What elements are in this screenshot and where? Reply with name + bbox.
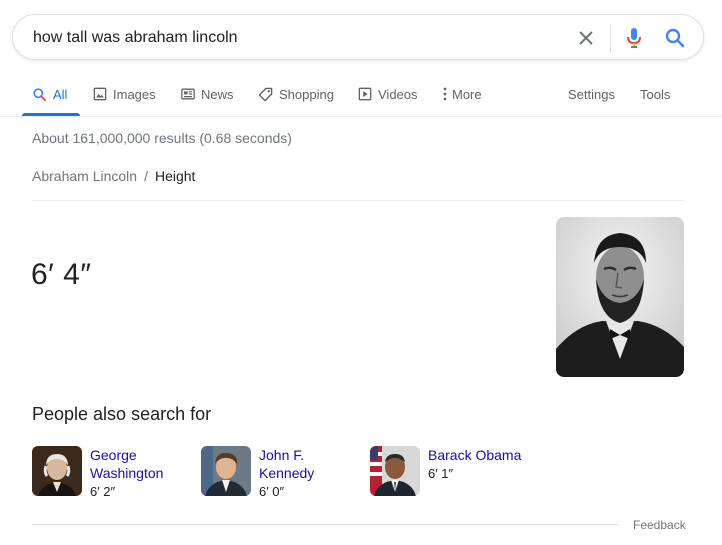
close-icon xyxy=(579,31,593,45)
search-input[interactable] xyxy=(33,27,553,49)
tab-label: All xyxy=(53,86,68,102)
tabs-divider xyxy=(0,116,722,117)
related-person-name: Kennedy xyxy=(259,465,315,481)
tools-label: Tools xyxy=(640,86,671,102)
breadcrumb-attribute: Height xyxy=(154,168,196,184)
search-submit-button[interactable] xyxy=(663,26,687,50)
answer-value: 6′ 4″ xyxy=(31,258,92,291)
section-divider xyxy=(32,200,684,201)
related-person-name: Washington xyxy=(90,465,164,481)
people-also-search-title: People also search for xyxy=(32,404,212,424)
obama-thumbnail-image xyxy=(370,446,420,496)
tab-label: News xyxy=(201,86,234,102)
tab-label: Shopping xyxy=(279,86,334,102)
footer-divider xyxy=(32,524,618,525)
kennedy-thumbnail-image xyxy=(201,446,251,496)
newspaper-icon xyxy=(181,88,195,100)
tab-label: Videos xyxy=(378,86,418,102)
breadcrumb: Abraham Lincoln / Height xyxy=(32,168,195,184)
washington-thumbnail-image xyxy=(32,446,82,496)
related-person-kennedy[interactable]: John F. Kennedy 6′ 0″ xyxy=(201,446,361,502)
related-person-height: 6′ 0″ xyxy=(259,484,285,499)
more-vertical-icon xyxy=(443,87,447,101)
tab-label: Images xyxy=(113,86,156,102)
search-tabs: All Images News Shopping Videos More Set… xyxy=(0,72,722,116)
lincoln-portrait-image[interactable] xyxy=(556,217,684,377)
related-person-name: George xyxy=(90,447,137,463)
voice-search-button[interactable] xyxy=(622,26,646,50)
breadcrumb-entity-link[interactable]: Abraham Lincoln xyxy=(32,168,137,184)
related-person-height: 6′ 2″ xyxy=(90,484,116,499)
kennedy-portrait-illustration xyxy=(201,446,251,496)
search-icon xyxy=(665,28,685,48)
washington-portrait-illustration xyxy=(32,446,82,496)
search-box xyxy=(12,14,704,60)
play-icon xyxy=(358,87,372,101)
result-stats: About 161,000,000 results (0.68 seconds) xyxy=(32,130,292,146)
tab-shopping[interactable]: Shopping xyxy=(258,72,334,116)
microphone-icon xyxy=(627,28,641,48)
image-icon xyxy=(93,87,107,101)
related-person-obama[interactable]: Barack Obama 6′ 1″ xyxy=(370,446,530,502)
related-person-height: 6′ 1″ xyxy=(428,466,454,481)
settings-link[interactable]: Settings xyxy=(568,72,615,116)
breadcrumb-separator: / xyxy=(144,168,148,184)
obama-portrait-illustration xyxy=(370,446,420,496)
feedback-link[interactable]: Feedback xyxy=(633,518,686,532)
tab-more[interactable]: More xyxy=(442,72,482,116)
tab-images[interactable]: Images xyxy=(93,72,156,116)
tab-label: More xyxy=(452,86,482,102)
related-person-name: Barack Obama xyxy=(428,447,522,463)
clear-search-button[interactable] xyxy=(574,26,598,50)
search-box-divider xyxy=(610,24,611,52)
tag-icon xyxy=(258,87,273,101)
tab-all[interactable]: All xyxy=(32,72,67,116)
settings-label: Settings xyxy=(568,86,615,102)
related-person-washington[interactable]: George Washington 6′ 2″ xyxy=(32,446,192,502)
search-icon xyxy=(33,87,47,101)
tab-news[interactable]: News xyxy=(181,72,234,116)
portrait-illustration xyxy=(556,217,684,377)
tab-videos[interactable]: Videos xyxy=(358,72,418,116)
related-person-name: John F. xyxy=(259,447,305,463)
tools-link[interactable]: Tools xyxy=(640,72,670,116)
